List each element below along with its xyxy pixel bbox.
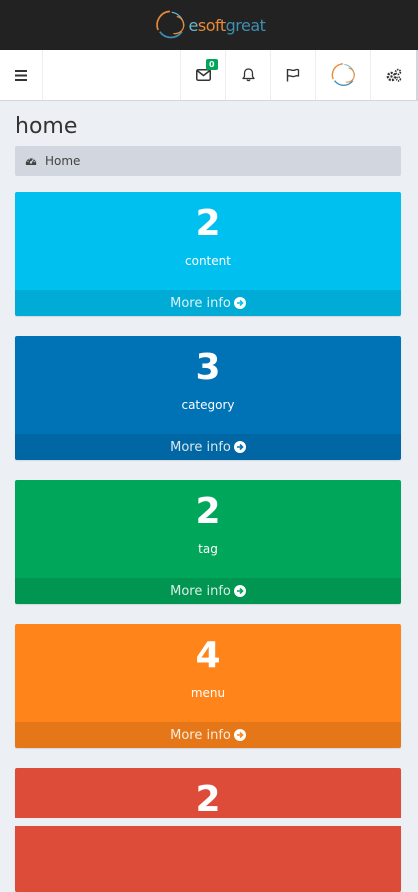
more-info-label: More info — [170, 439, 231, 455]
stat-label: category — [181, 398, 235, 412]
app-logo[interactable]: esoftgreat — [153, 8, 266, 42]
page-bottom-edge — [0, 818, 418, 826]
more-info-label: More info — [170, 583, 231, 599]
messages-menu-button[interactable]: 0 — [180, 50, 225, 100]
logo-text: esoftgreat — [188, 15, 266, 35]
arrow-circle-right-icon — [233, 441, 246, 453]
flag-icon — [286, 68, 300, 82]
arrow-circle-right-icon — [233, 585, 246, 597]
dashboard-icon — [25, 158, 37, 165]
arrow-circle-right-icon — [233, 297, 246, 309]
more-info-link[interactable]: More info — [15, 434, 401, 460]
control-sidebar-button[interactable] — [370, 50, 416, 100]
tag-stat-box: 2 tag More info — [15, 480, 401, 604]
stat-count: 2 — [195, 779, 221, 820]
hamburger-icon — [15, 69, 27, 81]
sidebar-toggle-button[interactable] — [0, 50, 43, 100]
breadcrumb-home-link[interactable]: Home — [45, 154, 80, 168]
avatar — [331, 63, 355, 86]
logo-bar: esoftgreat — [0, 0, 418, 50]
more-info-label: More info — [170, 727, 231, 743]
stat-count: 3 — [195, 347, 221, 388]
stat-count: 4 — [195, 635, 221, 676]
envelope-icon — [195, 69, 211, 81]
menu-stat-box: 4 menu More info — [15, 624, 401, 748]
stat-label: menu — [190, 686, 226, 700]
more-info-label: More info — [170, 295, 231, 311]
arrow-circle-right-icon — [233, 729, 246, 741]
category-stat-box: 3 category More info — [15, 336, 401, 460]
logo-swirl-icon — [155, 10, 184, 39]
more-info-link[interactable]: More info — [15, 578, 401, 604]
stat-label: content — [185, 254, 231, 268]
content-stat-box: 2 content More info — [15, 192, 401, 316]
gears-icon — [386, 68, 401, 82]
tasks-menu-button[interactable] — [270, 50, 315, 100]
stat-count: 2 — [195, 491, 221, 532]
page-title: home — [15, 114, 78, 139]
more-info-link[interactable]: More info — [15, 290, 401, 316]
stat-label: tag — [198, 542, 218, 556]
user-menu-button[interactable] — [315, 50, 370, 100]
messages-count-badge: 0 — [206, 59, 218, 70]
notifications-menu-button[interactable] — [225, 50, 270, 100]
more-info-link[interactable]: More info — [15, 722, 401, 748]
breadcrumb: Home — [15, 146, 401, 176]
stat-count: 2 — [195, 203, 221, 244]
fifth-stat-box: 2 — [15, 768, 401, 892]
navbar: 0 — [0, 50, 418, 101]
bell-icon — [241, 68, 255, 82]
